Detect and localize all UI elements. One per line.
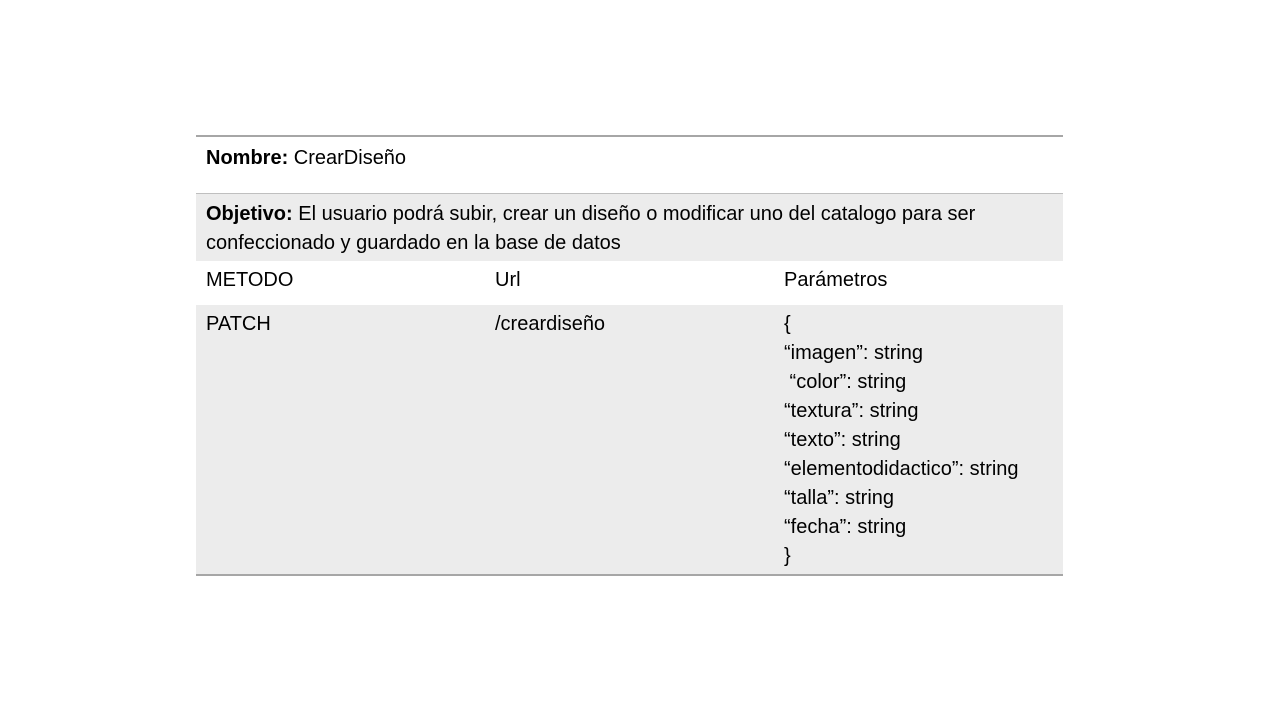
name-label: Nombre: — [206, 147, 289, 169]
param-line: { — [784, 313, 791, 335]
param-line: “textura”: string — [784, 400, 919, 422]
method-cell: PATCH — [206, 313, 271, 335]
param-line: “imagen”: string — [784, 342, 923, 364]
objective-label: Objetivo: — [206, 203, 293, 225]
param-line: “fecha”: string — [784, 516, 907, 538]
name-value: CrearDiseño — [288, 147, 407, 169]
param-line: } — [784, 545, 791, 567]
param-line: “elementodidactico”: string — [784, 458, 1019, 480]
method-header: METODO — [206, 269, 294, 291]
table-row: PATCH /creardiseño { “imagen”: string “c… — [196, 305, 1063, 574]
name-row: Nombre: CrearDiseño — [196, 137, 1063, 194]
params-header: Parámetros — [784, 269, 888, 291]
param-line: “talla”: string — [784, 487, 895, 509]
objective-value: El usuario podrá subir, crear un diseño … — [206, 203, 976, 254]
url-header: Url — [495, 269, 521, 291]
param-line: “color”: string — [784, 371, 907, 393]
param-line: “texto”: string — [784, 429, 901, 451]
objective-row: Objetivo: El usuario podrá subir, crear … — [196, 194, 1063, 261]
url-cell: /creardiseño — [495, 313, 606, 335]
column-header-row: METODO Url Parámetros — [196, 261, 1063, 305]
api-spec-table: Nombre: CrearDiseño Objetivo: El usuario… — [196, 135, 1063, 576]
params-cell: { “imagen”: string “color”: string “text… — [774, 310, 1063, 574]
